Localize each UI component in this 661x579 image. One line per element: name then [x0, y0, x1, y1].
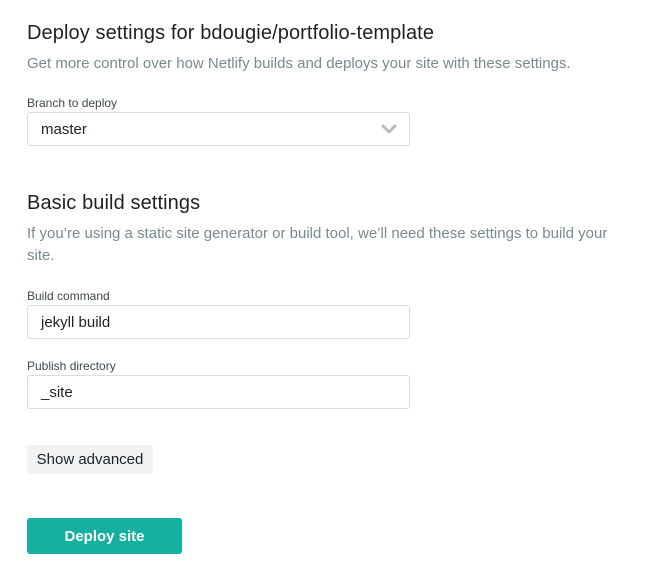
deploy-settings-description-wrap: Get more control over how Netlify builds…	[27, 53, 571, 75]
build-settings-header: Basic build settings	[27, 192, 200, 215]
branch-select-value: master	[41, 120, 87, 138]
build-command-label: Build command	[27, 289, 110, 303]
build-command-input[interactable]: jekyll build	[27, 305, 410, 339]
build-settings-description-wrap: If you’re using a static site generator …	[27, 223, 652, 267]
publish-directory-value: _site	[41, 383, 73, 401]
deploy-site-button[interactable]: Deploy site	[27, 518, 182, 554]
deploy-settings-heading: Deploy settings for bdougie/portfolio-te…	[27, 22, 435, 44]
branch-label: Branch to deploy	[27, 96, 118, 110]
deploy-settings-description: Get more control over how Netlify builds…	[27, 55, 571, 72]
chevron-down-icon	[381, 124, 397, 134]
show-advanced-button[interactable]: Show advanced	[27, 445, 153, 474]
deploy-settings-header: Deploy settings for bdougie/portfolio-te…	[27, 22, 434, 45]
publish-directory-label: Publish directory	[27, 359, 116, 373]
branch-select[interactable]: master	[27, 112, 410, 146]
build-settings-heading: Basic build settings	[27, 192, 201, 214]
build-command-value: jekyll build	[41, 313, 111, 331]
build-settings-description-line1: If you’re using a static site generator …	[27, 225, 608, 242]
build-settings-description-line2: site.	[27, 247, 55, 264]
publish-directory-input[interactable]: _site	[27, 375, 410, 409]
